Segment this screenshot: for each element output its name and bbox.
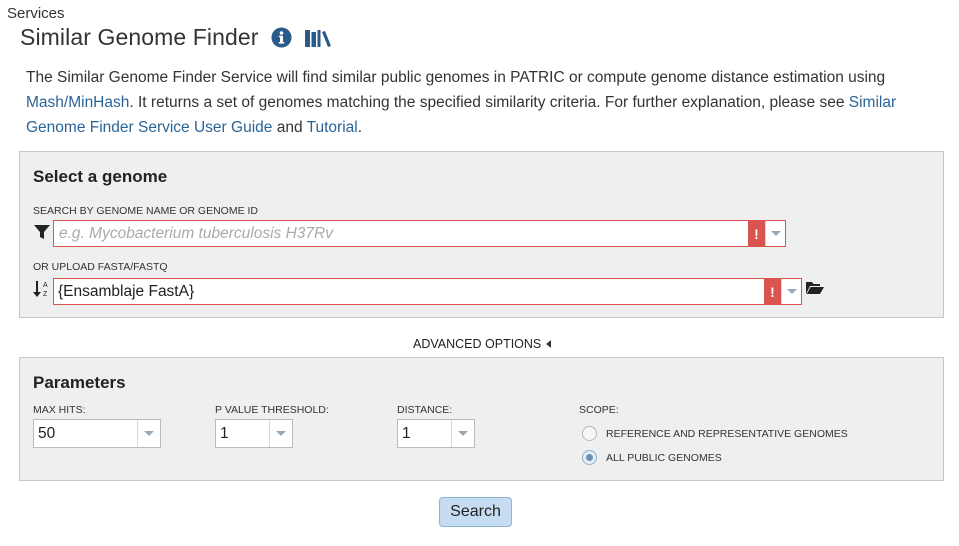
intro-part-2: . It returns a set of genomes matching t… bbox=[129, 94, 849, 111]
error-icon: ! bbox=[764, 279, 781, 304]
chevron-down-icon[interactable] bbox=[269, 420, 292, 447]
advanced-options-label: ADVANCED OPTIONS bbox=[413, 337, 542, 351]
parameters-heading: Parameters bbox=[33, 373, 126, 392]
scope-option-reference[interactable]: REFERENCE AND REPRESENTATIVE GENOMES bbox=[582, 426, 848, 441]
info-icon[interactable] bbox=[271, 27, 292, 48]
caret-left-icon bbox=[546, 340, 552, 348]
folder-open-icon[interactable] bbox=[806, 281, 824, 295]
svg-text:Z: Z bbox=[43, 291, 48, 298]
chevron-down-icon[interactable] bbox=[781, 279, 801, 304]
upload-label: OR UPLOAD FASTA/FASTQ bbox=[33, 261, 168, 273]
intro-part-3: and bbox=[272, 119, 307, 136]
select-genome-panel: Select a genome SEARCH BY GENOME NAME OR… bbox=[19, 151, 944, 318]
scope-label: SCOPE: bbox=[579, 404, 619, 416]
chevron-down-icon[interactable] bbox=[451, 420, 474, 447]
advanced-options-toggle[interactable]: ADVANCED OPTIONS bbox=[413, 337, 552, 351]
mash-minhash-link[interactable]: Mash/MinHash bbox=[26, 94, 129, 111]
intro-part-4: . bbox=[357, 119, 363, 136]
distance-label: DISTANCE: bbox=[397, 404, 453, 416]
sort-az-icon: AZ bbox=[33, 279, 51, 299]
genome-search-label: SEARCH BY GENOME NAME OR GENOME ID bbox=[33, 205, 259, 217]
parameters-panel: Parameters MAX HITS: 50 P VALUE THRESHOL… bbox=[19, 357, 944, 481]
max-hits-select[interactable]: 50 bbox=[33, 419, 161, 448]
select-genome-heading: Select a genome bbox=[33, 167, 168, 186]
distance-select[interactable]: 1 bbox=[397, 419, 475, 448]
filter-icon bbox=[34, 224, 50, 240]
chevron-down-icon[interactable] bbox=[765, 221, 785, 246]
radio-button[interactable] bbox=[582, 426, 597, 441]
genome-search-input[interactable]: e.g. Mycobacterium tuberculosis H37Rv ! bbox=[53, 220, 786, 247]
breadcrumb: Services bbox=[7, 5, 65, 22]
max-hits-value: 50 bbox=[38, 424, 56, 442]
scope-option-label: ALL PUBLIC GENOMES bbox=[606, 451, 722, 464]
max-hits-label: MAX HITS: bbox=[33, 404, 86, 416]
pvalue-label: P VALUE THRESHOLD: bbox=[215, 404, 329, 416]
page-title: Similar Genome Finder bbox=[20, 24, 259, 50]
books-icon[interactable] bbox=[304, 28, 332, 48]
svg-text:A: A bbox=[43, 282, 48, 289]
search-button[interactable]: Search bbox=[439, 497, 512, 527]
intro-part-1: The Similar Genome Finder Service will f… bbox=[26, 69, 886, 86]
scope-option-label: REFERENCE AND REPRESENTATIVE GENOMES bbox=[606, 427, 848, 440]
intro-text: The Similar Genome Finder Service will f… bbox=[26, 65, 941, 140]
fasta-upload-select[interactable]: {Ensamblaje FastA} ! bbox=[53, 278, 802, 305]
title-row: Similar Genome Finder bbox=[20, 24, 332, 51]
radio-button[interactable] bbox=[582, 450, 597, 465]
genome-search-placeholder: e.g. Mycobacterium tuberculosis H37Rv bbox=[59, 224, 333, 242]
fasta-upload-value: {Ensamblaje FastA} bbox=[58, 282, 195, 300]
pvalue-value: 1 bbox=[220, 424, 229, 442]
scope-option-all-public[interactable]: ALL PUBLIC GENOMES bbox=[582, 450, 722, 465]
tutorial-link[interactable]: Tutorial bbox=[307, 119, 358, 136]
error-icon: ! bbox=[748, 221, 765, 246]
pvalue-select[interactable]: 1 bbox=[215, 419, 293, 448]
distance-value: 1 bbox=[402, 424, 411, 442]
chevron-down-icon[interactable] bbox=[137, 420, 160, 447]
